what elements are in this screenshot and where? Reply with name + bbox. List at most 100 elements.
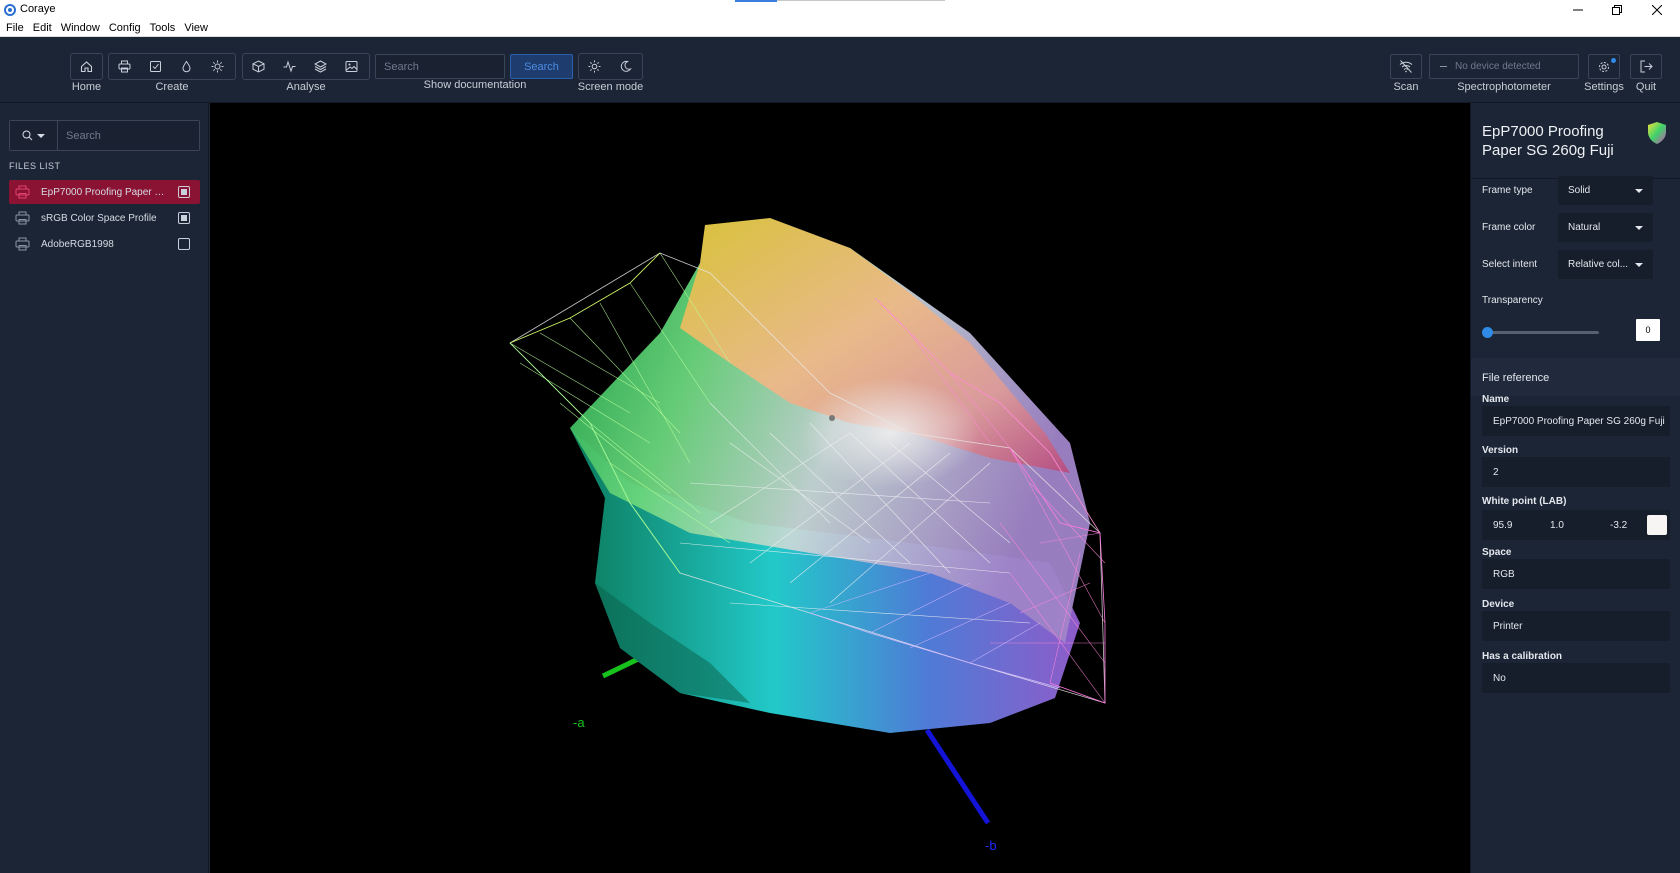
home-button[interactable] xyxy=(78,58,96,76)
sun-settings-icon xyxy=(211,60,223,73)
search-button[interactable]: Search xyxy=(510,54,573,79)
show-documentation-label[interactable]: Show documentation xyxy=(405,79,545,91)
scan-button[interactable] xyxy=(1390,54,1422,79)
printer-button[interactable] xyxy=(115,58,133,76)
wifi-off-icon xyxy=(1399,60,1413,73)
calibration-field[interactable]: No xyxy=(1482,663,1670,693)
restore-icon xyxy=(1612,5,1622,15)
analyse-group xyxy=(242,53,370,80)
name-label: Name xyxy=(1482,394,1510,405)
menu-window[interactable]: Window xyxy=(61,20,100,36)
toolbar: Home Create Analyse Search Search Show d… xyxy=(0,37,1680,103)
dark-mode-icon xyxy=(620,60,632,72)
home-icon xyxy=(80,61,93,73)
graph-icon xyxy=(283,60,295,73)
layers-button[interactable] xyxy=(311,58,329,76)
check-document-button[interactable] xyxy=(146,58,164,76)
minimize-icon xyxy=(1573,9,1583,11)
frame-type-value: Solid xyxy=(1568,185,1591,196)
chevron-down-icon xyxy=(37,133,45,138)
cube-icon xyxy=(252,60,264,73)
analyse-label: Analyse xyxy=(286,81,326,93)
intent-select[interactable]: Relative col... xyxy=(1558,250,1653,279)
light-mode-icon xyxy=(588,60,600,73)
transparency-label: Transparency xyxy=(1482,295,1543,306)
files-list-title: FILES LIST xyxy=(9,161,61,171)
layers-icon xyxy=(313,60,327,73)
transparency-slider-handle[interactable] xyxy=(1482,327,1493,338)
cube-button[interactable] xyxy=(249,58,267,76)
file-item[interactable]: sRGB Color Space Profile xyxy=(9,206,200,230)
name-field[interactable]: EpP7000 Proofing Paper SG 260g Fuji xyxy=(1482,406,1670,436)
logout-icon xyxy=(1640,60,1653,73)
a-axis-label: -a xyxy=(573,715,585,730)
gear-icon xyxy=(1599,61,1609,72)
file-reference-header: File reference xyxy=(1471,358,1680,396)
frame-color-label: Frame color xyxy=(1482,222,1536,233)
file-item[interactable]: EpP7000 Proofing Paper SG 260g Fuji xyxy=(9,180,200,204)
chevron-down-icon xyxy=(1635,225,1643,230)
space-label: Space xyxy=(1482,547,1512,558)
profile-title: EpP7000 Proofing Paper SG 260g Fuji xyxy=(1482,123,1614,159)
dark-mode-button[interactable] xyxy=(616,58,634,76)
quit-button[interactable] xyxy=(1630,54,1662,79)
image-button[interactable] xyxy=(342,58,360,76)
title-accent xyxy=(735,0,777,2)
printer-icon xyxy=(15,211,41,225)
menu-file[interactable]: File xyxy=(6,20,24,36)
spectrophotometer-label: Spectrophotometer xyxy=(1457,81,1551,93)
menu-bar: File Edit Window Config Tools View xyxy=(0,20,1680,37)
version-field[interactable]: 2 xyxy=(1482,457,1670,487)
window-title: Coraye xyxy=(20,3,56,15)
create-label: Create xyxy=(155,81,189,93)
device-label: Device xyxy=(1482,599,1515,610)
gamut-3d-viewer[interactable]: -a -b xyxy=(210,103,1470,873)
file-search: Search xyxy=(9,120,200,151)
graph-button[interactable] xyxy=(280,58,298,76)
b-axis xyxy=(924,728,991,825)
version-label: Version xyxy=(1482,445,1519,456)
settings-button[interactable] xyxy=(1588,54,1620,79)
droplet-button[interactable] xyxy=(177,58,195,76)
home-label: Home xyxy=(71,81,102,93)
file-item[interactable]: AdobeRGB1998 xyxy=(9,232,200,256)
close-button[interactable] xyxy=(1634,0,1680,20)
file-name: sRGB Color Space Profile xyxy=(41,212,157,224)
close-icon xyxy=(1652,5,1662,15)
b-axis-label: -b xyxy=(985,838,997,853)
transparency-slider[interactable] xyxy=(1487,331,1599,334)
transparency-input[interactable]: 0 xyxy=(1636,319,1660,341)
file-visibility-checkbox[interactable] xyxy=(178,186,190,198)
file-search-input[interactable]: Search xyxy=(58,121,199,150)
frame-type-select[interactable]: Solid xyxy=(1558,176,1653,205)
documentation-search-input[interactable]: Search xyxy=(375,54,505,79)
notification-dot xyxy=(1611,58,1616,63)
white-point-label: White point (LAB) xyxy=(1482,496,1567,507)
file-visibility-checkbox[interactable] xyxy=(178,212,190,224)
search-filter-button[interactable] xyxy=(10,121,58,150)
screen-mode-label: Screen mode xyxy=(577,81,644,93)
menu-view[interactable]: View xyxy=(184,20,208,36)
home-group xyxy=(70,53,103,80)
spectrophotometer-selector[interactable]: No device detected xyxy=(1429,54,1579,79)
printer-icon xyxy=(15,185,41,199)
white-point-swatch xyxy=(1647,515,1667,535)
sun-settings-button[interactable] xyxy=(208,58,226,76)
frame-color-select[interactable]: Natural xyxy=(1558,213,1653,242)
menu-tools[interactable]: Tools xyxy=(150,20,176,36)
menu-edit[interactable]: Edit xyxy=(33,20,52,36)
space-field[interactable]: RGB xyxy=(1482,559,1670,589)
white-point-marker xyxy=(829,415,835,421)
file-visibility-checkbox[interactable] xyxy=(178,238,190,250)
white-point-a: 1.0 xyxy=(1550,520,1564,531)
file-name: AdobeRGB1998 xyxy=(41,238,114,250)
light-mode-button[interactable] xyxy=(585,58,603,76)
create-group xyxy=(108,53,236,80)
frame-color-value: Natural xyxy=(1568,222,1601,233)
gamut-visualization[interactable]: -a -b xyxy=(210,103,1470,873)
menu-config[interactable]: Config xyxy=(109,20,141,36)
screen-mode-group xyxy=(578,53,643,80)
file-name: EpP7000 Proofing Paper SG 260g Fuji xyxy=(41,186,178,198)
settings-label: Settings xyxy=(1584,81,1624,93)
device-field[interactable]: Printer xyxy=(1482,611,1670,641)
